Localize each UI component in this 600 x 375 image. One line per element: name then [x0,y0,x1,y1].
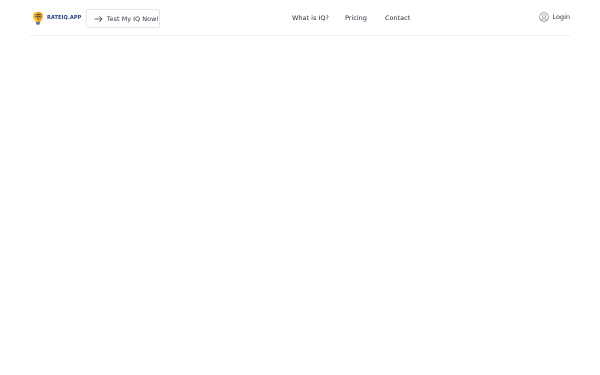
test-iq-button[interactable]: Test My IQ Now! [86,9,160,28]
brain-lightbulb-icon [33,11,43,25]
test-iq-button-label: Test My IQ Now! [106,14,159,23]
login-label: Login [552,13,570,21]
user-circle-icon [539,12,550,22]
logo-text: RATEIQ.APP [47,15,82,21]
arrow-right-icon [94,15,103,22]
nav-link-contact[interactable]: Contact [385,14,410,22]
main-content [0,37,600,375]
site-header: RATEIQ.APP Test My IQ Now! What is IQ? P… [30,0,570,36]
nav-link-pricing[interactable]: Pricing [345,14,367,22]
nav-link-what-is-iq[interactable]: What is IQ? [292,14,329,22]
login-link[interactable]: Login [539,12,570,22]
site-logo[interactable]: RATEIQ.APP [32,11,81,25]
